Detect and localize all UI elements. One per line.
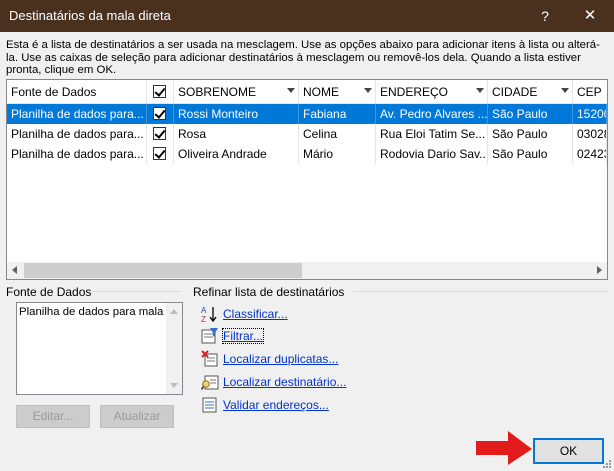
cell-cidade: São Paulo — [488, 104, 573, 124]
dialog-title: Destinatários da mala direta — [9, 8, 171, 23]
header-cep[interactable]: CEP — [573, 80, 607, 104]
refresh-button[interactable]: Atualizar — [100, 405, 174, 428]
cell-endereco: Rua Eloi Tatim Se... — [376, 124, 488, 144]
cell-sobrenome: Rossi Monteiro — [174, 104, 299, 124]
validate-addresses-icon — [202, 397, 217, 413]
scroll-up-icon[interactable] — [170, 309, 178, 314]
title-bar: Destinatários da mala direta ? ✕ — [0, 0, 614, 32]
scroll-right-icon[interactable] — [597, 266, 602, 274]
scroll-left-icon[interactable] — [12, 266, 17, 274]
find-duplicates-icon — [201, 350, 218, 367]
scroll-thumb[interactable] — [24, 263, 302, 278]
table-row[interactable]: Planilha de dados para... Rosa Celina Ru… — [7, 124, 607, 144]
table-row[interactable]: Planilha de dados para... Oliveira Andra… — [7, 144, 607, 164]
cell-sobrenome: Oliveira Andrade — [174, 144, 299, 164]
cell-cep: 03028 — [573, 124, 607, 144]
vertical-scrollbar[interactable] — [166, 303, 182, 394]
cell-check — [147, 144, 174, 164]
cell-check — [147, 104, 174, 124]
data-source-label: Fonte de Dados — [6, 285, 92, 299]
cell-cep: 02423 — [573, 144, 607, 164]
recipients-table: Fonte de Dados SOBRENOME NOME ENDEREÇO C… — [6, 79, 608, 280]
cell-nome: Mário — [299, 144, 376, 164]
help-button[interactable]: ? — [530, 0, 560, 32]
horizontal-scrollbar[interactable] — [7, 262, 607, 279]
header-select-all[interactable] — [147, 80, 174, 104]
header-label: CEP — [577, 85, 602, 99]
validate-addresses-label[interactable]: Validar endereços... — [223, 398, 329, 412]
sort-link-label[interactable]: Classificar... — [223, 307, 288, 321]
sort-az-icon: A Z — [201, 306, 217, 323]
filter-link-label[interactable]: Filtrar... — [221, 328, 265, 344]
divider — [353, 291, 608, 292]
header-cidade[interactable]: CIDADE — [488, 80, 573, 104]
instructions-text: Esta é a lista de destinatários a ser us… — [6, 39, 600, 76]
cell-endereco: Av. Pedro Alvares ... — [376, 104, 488, 124]
cell-cidade: São Paulo — [488, 144, 573, 164]
header-label: SOBRENOME — [178, 85, 257, 99]
red-arrow-icon — [476, 431, 532, 465]
filter-icon — [201, 328, 218, 344]
ok-button[interactable]: OK — [533, 438, 604, 464]
select-all-checkbox[interactable] — [153, 85, 166, 98]
edit-button[interactable]: Editar... — [16, 405, 90, 428]
chevron-down-icon[interactable] — [476, 88, 484, 93]
cell-endereco: Rodovia Dario Sav... — [376, 144, 488, 164]
data-source-list[interactable]: Planilha de dados para mala direta — [16, 302, 183, 395]
table-row[interactable]: Planilha de dados para... Rossi Monteiro… — [7, 104, 607, 124]
find-duplicates-label[interactable]: Localizar duplicatas... — [223, 352, 338, 366]
chevron-down-icon[interactable] — [287, 88, 295, 93]
cell-cep: 15200 — [573, 104, 607, 124]
close-button[interactable]: ✕ — [566, 0, 614, 32]
header-label: NOME — [303, 85, 339, 99]
cell-fonte: Planilha de dados para... — [7, 124, 147, 144]
cell-fonte: Planilha de dados para... — [7, 144, 147, 164]
refine-label: Refinar lista de destinatários — [193, 285, 345, 299]
header-sobrenome[interactable]: SOBRENOME — [174, 80, 299, 104]
chevron-down-icon[interactable] — [364, 88, 372, 93]
cell-sobrenome: Rosa — [174, 124, 299, 144]
resize-grip-icon[interactable] — [602, 459, 612, 469]
header-label: ENDEREÇO — [380, 85, 449, 99]
divider — [92, 291, 182, 292]
find-recipient-icon — [201, 375, 219, 390]
cell-fonte: Planilha de dados para... — [7, 104, 147, 124]
cell-check — [147, 124, 174, 144]
chevron-down-icon[interactable] — [561, 88, 569, 93]
header-label: CIDADE — [492, 85, 538, 99]
cell-nome: Celina — [299, 124, 376, 144]
header-endereco[interactable]: ENDEREÇO — [376, 80, 488, 104]
row-checkbox[interactable] — [153, 127, 166, 140]
mail-merge-recipients-dialog: Destinatários da mala direta ? ✕ Esta é … — [0, 0, 614, 471]
header-nome[interactable]: NOME — [299, 80, 376, 104]
cell-cidade: São Paulo — [488, 124, 573, 144]
header-label: Fonte de Dados — [11, 85, 97, 99]
svg-text:Z: Z — [201, 315, 206, 323]
list-item[interactable]: Planilha de dados para mala direta — [19, 306, 167, 318]
svg-text:A: A — [201, 306, 207, 315]
row-checkbox[interactable] — [153, 147, 166, 160]
cell-nome: Fabiana — [299, 104, 376, 124]
row-checkbox[interactable] — [153, 107, 166, 120]
header-fonte-de-dados[interactable]: Fonte de Dados — [7, 80, 147, 104]
scroll-down-icon[interactable] — [170, 383, 178, 388]
find-recipient-label[interactable]: Localizar destinatário... — [223, 375, 346, 389]
